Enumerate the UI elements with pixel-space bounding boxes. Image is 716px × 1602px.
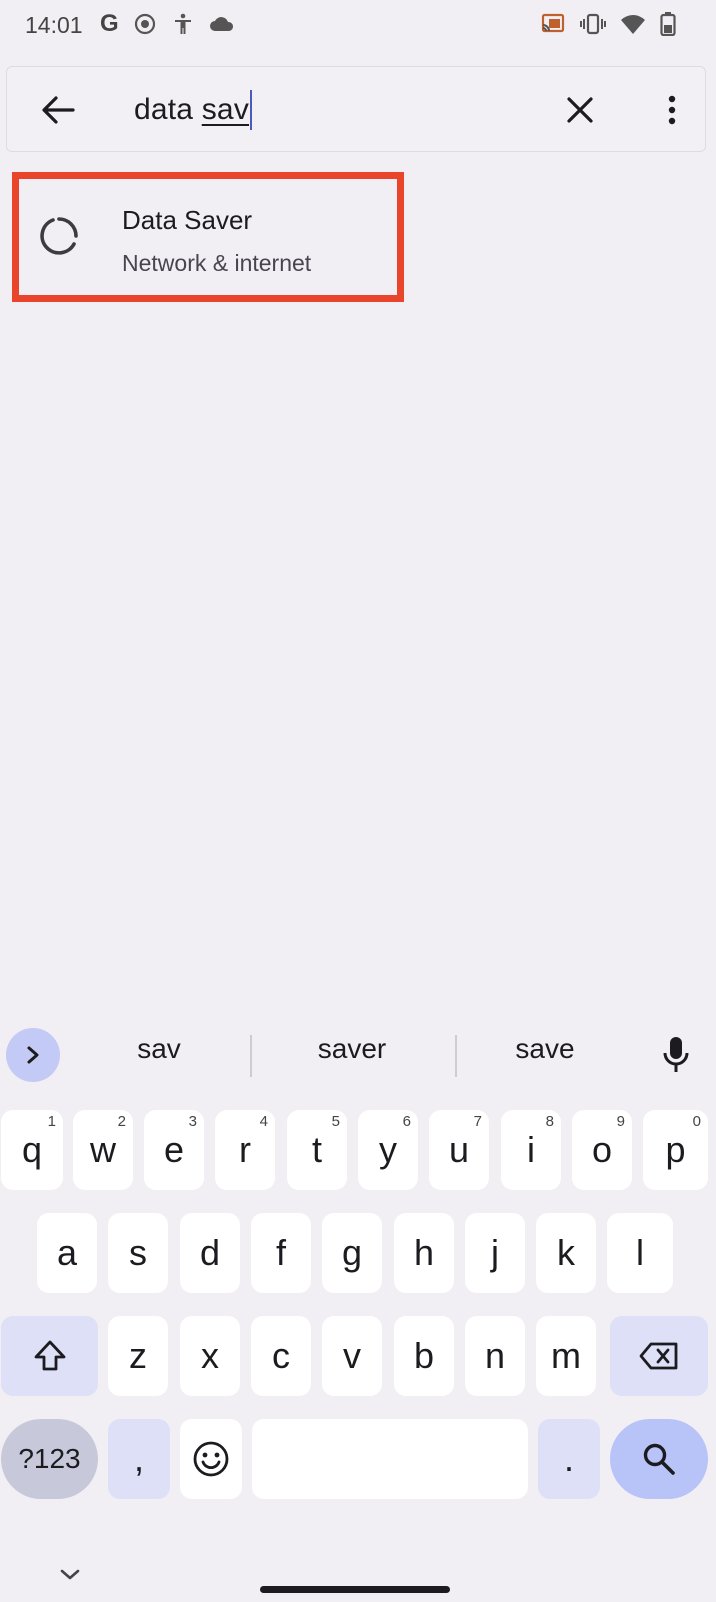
search-key[interactable] (610, 1419, 708, 1499)
key-r[interactable]: r4 (215, 1110, 275, 1190)
suggestion-2[interactable]: saver (277, 1033, 427, 1065)
cast-icon (541, 13, 565, 33)
key-z[interactable]: z (108, 1316, 168, 1396)
chevron-right-icon (27, 1046, 39, 1064)
result-title: Data Saver (122, 205, 253, 235)
result-subtitle: Network & internet (122, 250, 312, 276)
keyboard: sav saver save q1 w2 e3 r4 t5 y6 u7 i8 o… (0, 1013, 716, 1602)
comma-key[interactable]: , (108, 1419, 170, 1499)
key-m[interactable]: m (536, 1316, 596, 1396)
search-query-composing: sav (201, 93, 250, 126)
key-s[interactable]: s (108, 1213, 168, 1293)
arrow-back-icon (42, 96, 75, 124)
key-o[interactable]: o9 (572, 1110, 632, 1190)
wifi-icon (621, 15, 645, 34)
key-p[interactable]: p0 (643, 1110, 708, 1190)
suggestion-divider (455, 1035, 457, 1077)
suggestion-1[interactable]: sav (84, 1033, 234, 1065)
cloud-icon (209, 17, 233, 31)
voice-input-button[interactable] (652, 1031, 700, 1079)
battery-icon (660, 12, 676, 36)
suggestion-divider (250, 1035, 252, 1077)
data-saver-icon (40, 217, 78, 255)
back-button[interactable] (33, 85, 83, 135)
search-icon (643, 1443, 675, 1475)
key-c[interactable]: c (251, 1316, 311, 1396)
key-q[interactable]: q1 (1, 1110, 63, 1190)
key-h[interactable]: h (394, 1213, 454, 1293)
text-caret (250, 90, 253, 130)
key-w[interactable]: w2 (73, 1110, 133, 1190)
key-y[interactable]: y6 (358, 1110, 418, 1190)
record-icon (134, 13, 155, 35)
shift-icon (34, 1340, 65, 1371)
emoji-icon (193, 1441, 229, 1477)
key-g[interactable]: g (322, 1213, 382, 1293)
emoji-key[interactable] (180, 1419, 242, 1499)
key-x[interactable]: x (180, 1316, 240, 1396)
key-a[interactable]: a (37, 1213, 97, 1293)
symbols-key[interactable]: ?123 (1, 1419, 98, 1499)
suggestion-strip: sav saver save (0, 1013, 716, 1095)
clear-search-button[interactable] (555, 85, 605, 135)
key-l[interactable]: l (607, 1213, 673, 1293)
more-vert-icon (668, 95, 676, 125)
key-v[interactable]: v (322, 1316, 382, 1396)
shift-key[interactable] (1, 1316, 98, 1396)
mic-icon (663, 1037, 689, 1072)
accessibility-icon (174, 13, 191, 34)
status-bar: 14:01 G (0, 0, 716, 56)
key-u[interactable]: u7 (429, 1110, 489, 1190)
google-icon: G (100, 10, 119, 37)
close-icon (567, 97, 593, 123)
key-k[interactable]: k (536, 1213, 596, 1293)
backspace-key[interactable] (610, 1316, 708, 1396)
status-time: 14:01 (25, 12, 83, 38)
keyboard-expand-button[interactable] (6, 1028, 60, 1082)
search-input[interactable]: data sav (134, 89, 253, 131)
key-t[interactable]: t5 (287, 1110, 347, 1190)
status-icons-right (540, 12, 676, 36)
search-query-text: data (134, 93, 202, 126)
screen: 14:01 G data sav Data Saver Network & in… (0, 0, 716, 1602)
key-n[interactable]: n (465, 1316, 525, 1396)
result-item-data-saver[interactable]: Data Saver Network & internet (12, 172, 404, 302)
key-d[interactable]: d (180, 1213, 240, 1293)
period-key[interactable]: . (538, 1419, 600, 1499)
key-e[interactable]: e3 (144, 1110, 204, 1190)
status-icons-left: G (100, 10, 235, 38)
key-b[interactable]: b (394, 1316, 454, 1396)
vibrate-icon (580, 13, 606, 35)
key-i[interactable]: i8 (501, 1110, 561, 1190)
backspace-icon (639, 1342, 678, 1370)
key-f[interactable]: f (251, 1213, 311, 1293)
space-key[interactable] (252, 1419, 528, 1499)
hide-keyboard-chevron-icon[interactable] (55, 1565, 85, 1585)
more-options-button[interactable] (647, 85, 697, 135)
home-gesture-bar[interactable] (260, 1586, 450, 1593)
suggestion-3[interactable]: save (470, 1033, 620, 1065)
key-j[interactable]: j (465, 1213, 525, 1293)
search-bar: data sav (6, 66, 706, 152)
